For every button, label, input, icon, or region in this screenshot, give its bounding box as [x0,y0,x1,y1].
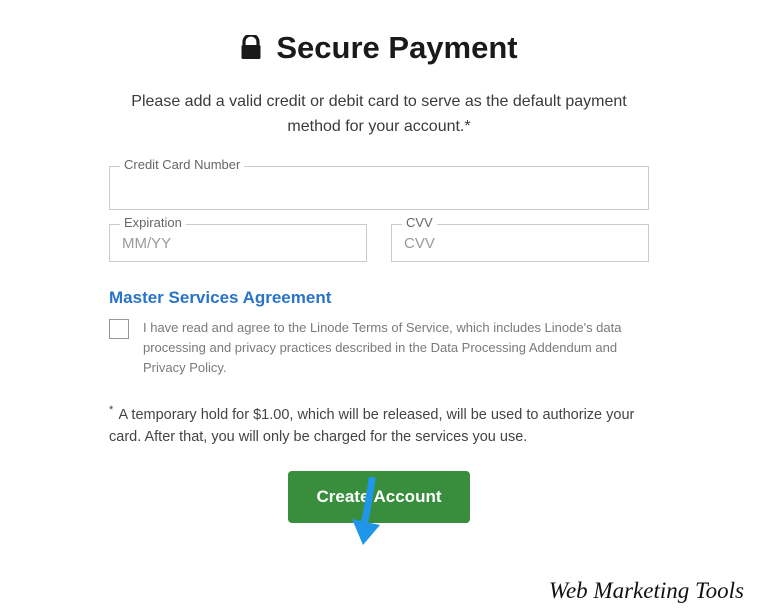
page-header: Secure Payment [109,30,649,66]
page-title: Secure Payment [276,30,517,66]
expiration-label: Expiration [120,215,186,230]
card-number-field[interactable]: Credit Card Number [109,166,649,210]
instruction-text: Please add a valid credit or debit card … [109,90,649,140]
cvv-label: CVV [402,215,437,230]
footnote-body: A temporary hold for $1.00, which will b… [109,407,634,445]
footnote-text: * A temporary hold for $1.00, which will… [109,402,649,449]
expiration-field[interactable]: Expiration [109,224,367,262]
expiration-input[interactable] [122,235,354,252]
agree-text: I have read and agree to the Linode Term… [143,318,649,378]
create-account-button[interactable]: Create Account [288,471,469,523]
msa-heading-link[interactable]: Master Services Agreement [109,288,649,308]
footnote-marker: * [109,404,113,416]
watermark-text: Web Marketing Tools [549,578,744,604]
card-number-label: Credit Card Number [120,157,244,172]
cvv-field[interactable]: CVV [391,224,649,262]
agree-checkbox[interactable] [109,319,129,339]
card-number-input[interactable] [122,181,636,198]
lock-icon [240,35,262,61]
cvv-input[interactable] [404,235,636,252]
